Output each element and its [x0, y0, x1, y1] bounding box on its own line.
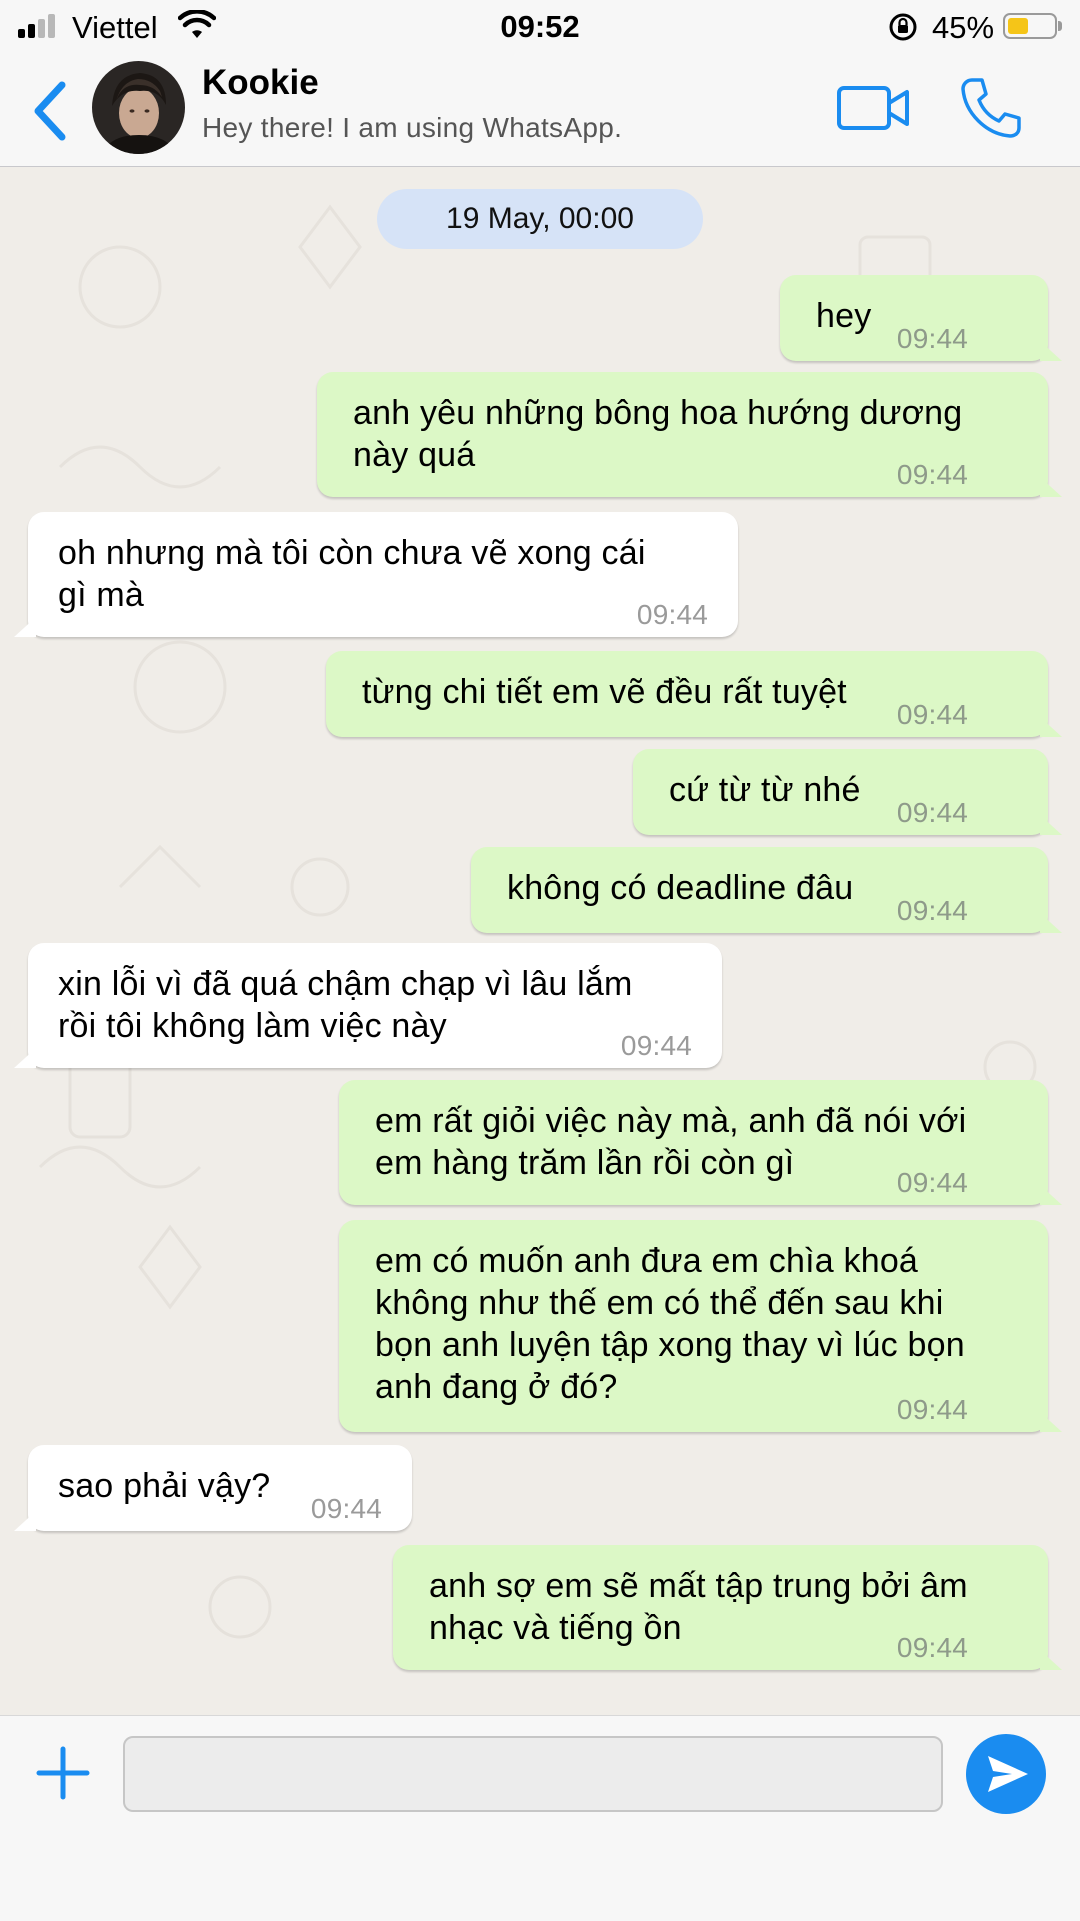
send-icon	[988, 1756, 1028, 1792]
orientation-lock-icon	[889, 13, 917, 41]
message-timestamp: 09:44	[310, 1493, 382, 1524]
incoming-message-bubble[interactable]: xin lỗi vì đã quá chậm chạp vì lâu lắm r…	[14, 943, 722, 1068]
contact-name[interactable]: Kookie	[202, 63, 319, 103]
video-call-button[interactable]	[836, 83, 910, 135]
message-timestamp: 09:44	[636, 599, 708, 630]
outgoing-message-bubble[interactable]: anh sợ em sẽ mất tập trung bởi âm nhạc v…	[393, 1545, 1062, 1670]
incoming-message-bubble[interactable]: oh nhưng mà tôi còn chưa vẽ xong cái gì …	[14, 512, 738, 637]
phone-icon	[961, 78, 1021, 138]
video-camera-icon	[837, 86, 909, 130]
message-timestamp: 09:44	[896, 1632, 968, 1663]
date-separator: 19 May, 00:00	[377, 189, 703, 249]
message-text: xin lỗi vì đã quá chậm chạp vì lâu lắm r…	[58, 965, 633, 1045]
outgoing-message-bubble[interactable]: hey 09:44	[780, 275, 1062, 361]
bubble-tail	[1040, 815, 1062, 835]
chat-area[interactable]: 19 May, 00:00 hey 09:44 anh yêu những bông…	[0, 167, 1080, 1715]
input-bar	[0, 1715, 1080, 1921]
contact-status[interactable]: Hey there! I am using WhatsApp.	[202, 112, 622, 144]
outgoing-message-bubble[interactable]: từng chi tiết em vẽ đều rất tuyệt 09:44	[326, 651, 1062, 737]
message-timestamp: 09:44	[896, 1394, 968, 1425]
message-timestamp: 09:44	[896, 895, 968, 926]
message-text: em có muốn anh đưa em chìa khoá không nh…	[375, 1242, 965, 1406]
bubble-tail	[14, 1511, 36, 1531]
battery-icon	[1003, 13, 1057, 39]
bubble-tail	[14, 617, 36, 637]
message-text: oh nhưng mà tôi còn chưa vẽ xong cái gì …	[58, 534, 646, 614]
contact-photo	[92, 61, 185, 154]
outgoing-message-bubble[interactable]: anh yêu những bông hoa hướng dương này q…	[317, 372, 1062, 497]
chat-header: Kookie Hey there! I am using WhatsApp.	[0, 55, 1080, 167]
plus-icon	[36, 1746, 90, 1800]
bubble-tail	[1040, 717, 1062, 737]
battery-cap	[1058, 21, 1062, 31]
incoming-message-bubble[interactable]: sao phải vậy? 09:44	[14, 1445, 412, 1531]
avatar[interactable]	[92, 61, 185, 154]
outgoing-message-bubble[interactable]: không có deadline đâu 09:44	[471, 847, 1062, 933]
bubble-tail	[1040, 477, 1062, 497]
outgoing-message-bubble[interactable]: em có muốn anh đưa em chìa khoá không nh…	[339, 1220, 1062, 1432]
bubble-tail	[1040, 1185, 1062, 1205]
bubble-tail	[1040, 1412, 1062, 1432]
message-timestamp: 09:44	[896, 797, 968, 828]
bubble-tail	[1040, 1650, 1062, 1670]
message-timestamp: 09:44	[896, 323, 968, 354]
back-button[interactable]	[28, 79, 72, 143]
outgoing-message-bubble[interactable]: cứ từ từ nhé 09:44	[633, 749, 1062, 835]
bubble-tail	[14, 1048, 36, 1068]
attach-button[interactable]	[36, 1746, 90, 1800]
message-input[interactable]	[123, 1736, 943, 1812]
message-timestamp: 09:44	[620, 1030, 692, 1061]
message-timestamp: 09:44	[896, 699, 968, 730]
battery-level-fill	[1008, 18, 1028, 34]
bubble-tail	[1040, 913, 1062, 933]
bubble-tail	[1040, 341, 1062, 361]
voice-call-button[interactable]	[958, 75, 1024, 141]
message-timestamp: 09:44	[896, 1167, 968, 1198]
message-timestamp: 09:44	[896, 459, 968, 490]
chevron-left-icon	[34, 81, 66, 141]
status-bar: Viettel 09:52 45%	[0, 0, 1080, 55]
send-button[interactable]	[966, 1734, 1046, 1814]
battery-percent: 45%	[932, 10, 995, 45]
status-time: 09:52	[500, 9, 580, 44]
outgoing-message-bubble[interactable]: em rất giỏi việc này mà, anh đã nói với …	[339, 1080, 1062, 1205]
